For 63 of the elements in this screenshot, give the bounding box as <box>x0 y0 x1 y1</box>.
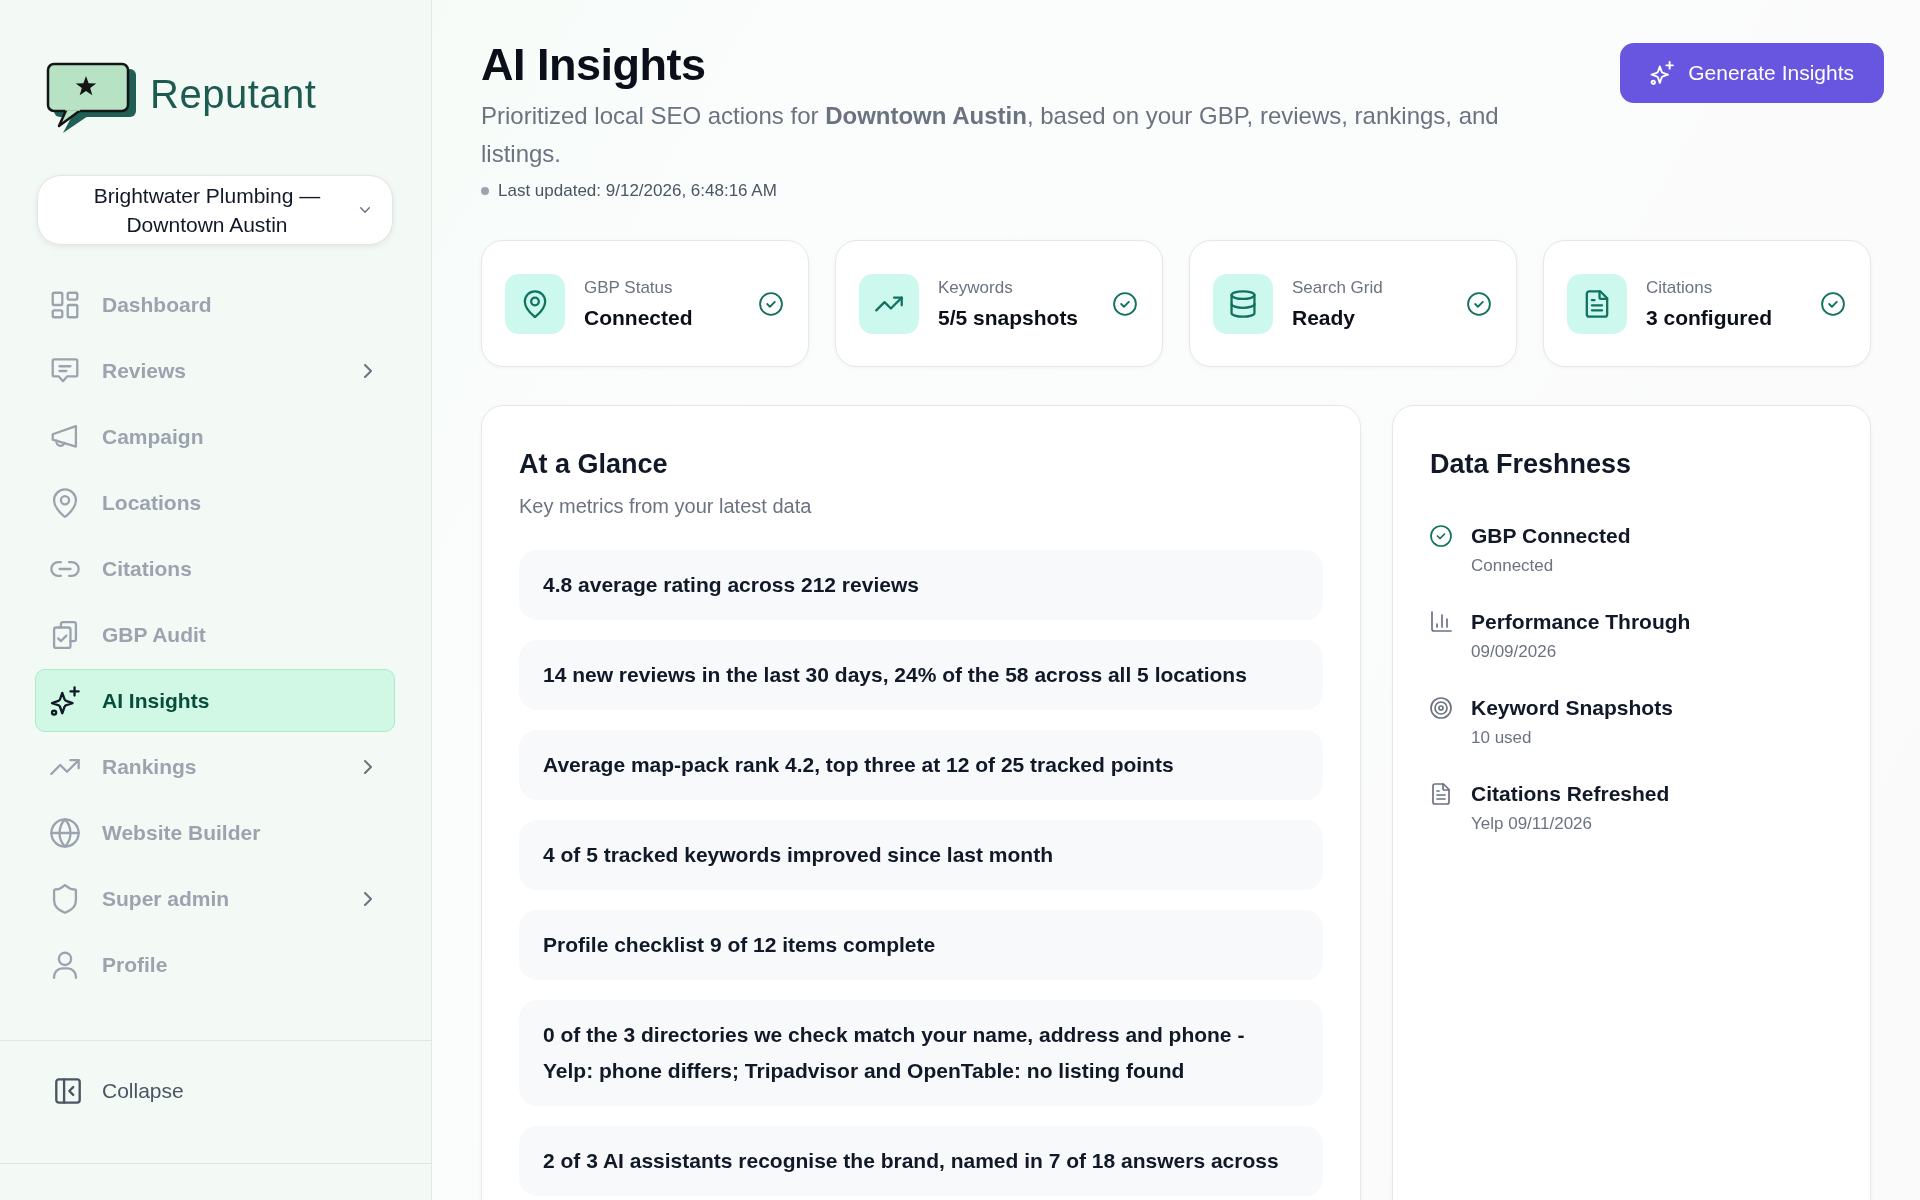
freshness-detail: Connected <box>1471 555 1555 577</box>
metric-item: 4.8 average rating across 212 reviews <box>519 550 1323 620</box>
metric-item: 4 of 5 tracked keywords improved since last month <box>519 820 1323 890</box>
freshness-title: Keyword Snapshots <box>1471 695 1673 721</box>
freshness-detail: 10 used <box>1471 727 1533 749</box>
document-icon <box>1430 783 1452 805</box>
card-title: Data Freshness <box>1430 448 1633 481</box>
nav-item[interactable]: Website Builder <box>35 801 395 864</box>
status-dot-icon <box>481 187 489 195</box>
page-title: AI Insights <box>481 39 706 91</box>
stat-value: Connected <box>584 304 694 331</box>
nav-item[interactable]: Profile <box>35 933 395 996</box>
document-icon <box>1567 273 1627 334</box>
chevron-down-icon <box>360 207 370 213</box>
freshness-title: Performance Through <box>1471 609 1691 635</box>
stat-label: GBP Status <box>584 276 674 299</box>
target-icon <box>1430 697 1452 719</box>
card-subtitle: Key metrics from your latest data <box>519 494 813 519</box>
nav-item[interactable]: Rankings <box>35 735 395 798</box>
sparkle-icon <box>50 685 80 716</box>
card-title: At a Glance <box>519 448 669 481</box>
page-subtitle: Prioritized local SEO actions for Downtown Austin, based on your GBP, reviews, rankings, and listings. <box>481 101 1500 169</box>
stat-value: Ready <box>1292 304 1357 331</box>
person-icon <box>50 949 80 980</box>
freshness-title: Citations Refreshed <box>1471 781 1670 807</box>
metric-item: Profile checklist 9 of 12 items complete <box>519 910 1323 980</box>
map-pin-icon <box>50 487 80 518</box>
metric-item: Average map-pack rank 4.2, top three at 12 of 25 tracked points <box>519 730 1323 800</box>
bar-chart-icon <box>1430 611 1452 633</box>
freshness-detail: Yelp 09/11/2026 <box>1471 813 1593 835</box>
stat-label: Keywords <box>938 276 1014 299</box>
brand-name: Reputant <box>150 72 317 116</box>
logo-icon <box>46 62 138 134</box>
stat-label: Search Grid <box>1292 276 1384 299</box>
nav-item[interactable]: Campaign <box>35 405 395 468</box>
grid-icon <box>50 289 80 320</box>
location-select[interactable]: Brightwater Plumbing — Downtown Austin <box>37 175 393 245</box>
nav-item[interactable]: Super admin <box>35 867 395 930</box>
generate-insights-button[interactable]: Generate Insights <box>1620 43 1884 103</box>
nav-item[interactable]: Reviews <box>35 339 395 402</box>
database-icon <box>1213 273 1273 334</box>
pages-check-icon <box>50 619 80 650</box>
panel-collapse-icon <box>55 1078 81 1104</box>
freshness-title: GBP Connected <box>1471 523 1631 549</box>
last-updated-text: Last updated: 9/12/2026, 6:48:16 AM <box>498 180 777 202</box>
stat-value: 5/5 snapshots <box>938 304 1080 331</box>
sparkle-icon <box>1650 61 1675 85</box>
nav-item[interactable]: Dashboard <box>35 273 395 336</box>
nav-item[interactable]: GBP Audit <box>35 603 395 666</box>
collapse-button[interactable]: Collapse <box>55 1069 184 1113</box>
globe-icon <box>50 817 80 848</box>
metric-item: 0 of the 3 directories we check match your name, address and phone - Yelp: phone differs; Tripadvisor and OpenTable: no listing found <box>519 1000 1323 1106</box>
stat-label: Citations <box>1646 276 1714 299</box>
map-pin-icon <box>505 273 565 334</box>
stat-value: 3 configured <box>1646 304 1773 331</box>
metric-item: 14 new reviews in the last 30 days, 24% of the 58 across all 5 locations <box>519 640 1323 710</box>
shield-icon <box>50 883 80 914</box>
nav-item[interactable]: AI Insights <box>35 669 395 732</box>
nav-item[interactable]: Citations <box>35 537 395 600</box>
check-circle-icon <box>1430 525 1452 547</box>
metric-item: 2 of 3 AI assistants recognise the brand, named in 7 of 18 answers across <box>519 1126 1323 1196</box>
nav-item[interactable]: Locations <box>35 471 395 534</box>
freshness-detail: 09/09/2026 <box>1471 641 1558 663</box>
